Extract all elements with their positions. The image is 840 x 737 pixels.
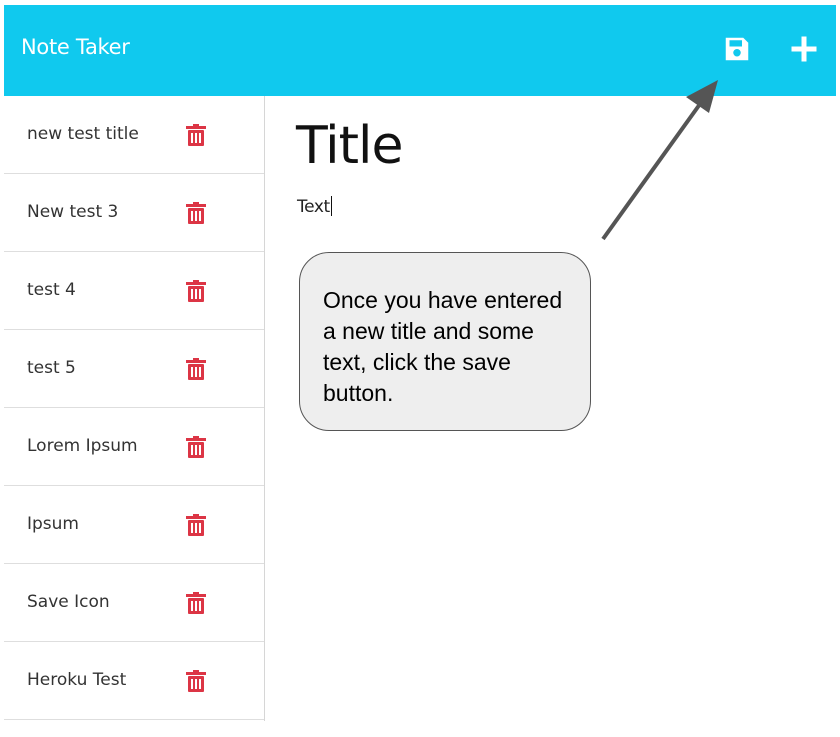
annotation-callout: Once you have entered a new title and so… xyxy=(299,252,591,431)
annotation-text: Once you have entered a new title and so… xyxy=(323,287,563,406)
